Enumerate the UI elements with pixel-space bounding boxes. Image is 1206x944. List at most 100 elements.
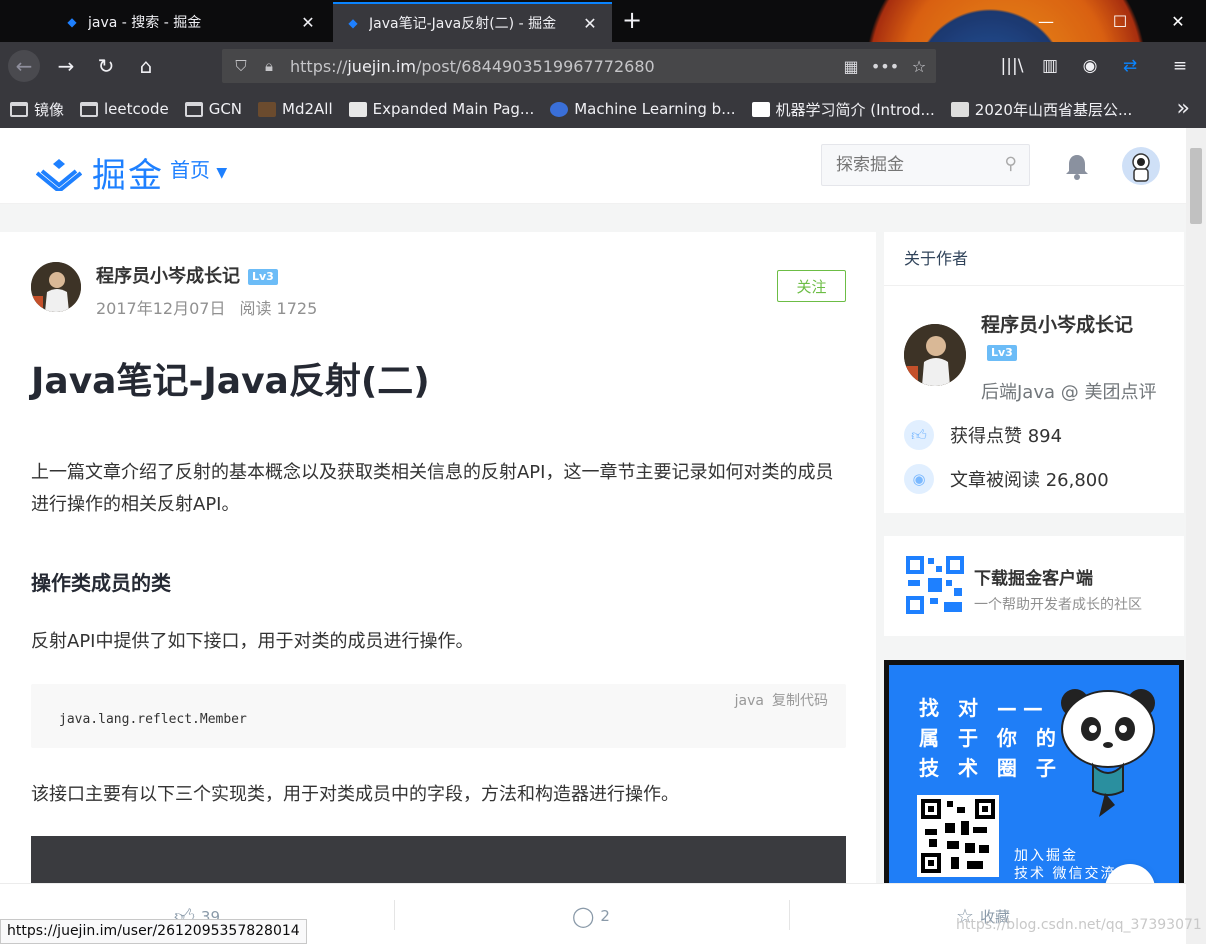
google-dev-favicon-icon	[751, 101, 770, 117]
bookmark-star-icon[interactable]: ☆	[902, 57, 936, 76]
url-bar[interactable]: ⛉ 🔒︎ https://juejin.im/post/684490351996…	[222, 49, 936, 83]
user-avatar[interactable]	[1122, 147, 1160, 185]
juejin-logo[interactable]: 掘金	[36, 148, 164, 197]
reload-button[interactable]: ↻	[90, 50, 122, 82]
ad-join-line: 技术 微信交流	[1014, 866, 1117, 882]
web-page: 掘金 首页 ▼ ⚲	[0, 128, 1186, 944]
article-title: Java笔记-Java反射(二)	[31, 361, 430, 402]
caret-down-icon: ▼	[216, 165, 228, 181]
scrollbar-thumb[interactable]	[1190, 148, 1202, 224]
tab-java-note[interactable]: ◆ Java笔记-Java反射(二) - 掘金 ✕	[333, 2, 612, 42]
site-header: 掘金 首页 ▼ ⚲	[0, 128, 1186, 204]
search-input[interactable]	[836, 155, 986, 175]
url-scheme: https://	[290, 56, 348, 76]
tracking-shield-icon[interactable]: ⛉	[226, 57, 256, 75]
url-domain: juejin.im	[347, 56, 416, 76]
juejin-favicon-icon: ◆	[67, 15, 77, 29]
wechat-group-ad[interactable]: 找 对 —— 属 于 你 的 技 术 圈 子 加入掘金 技术 微信交流	[884, 660, 1184, 890]
thumbs-up-icon: 👍︎	[904, 420, 934, 450]
more-bookmarks-chevron-icon[interactable]: »	[1177, 90, 1190, 128]
bookmark-item[interactable]: Md2All	[258, 100, 333, 118]
comment-count: 2	[600, 907, 610, 925]
eye-icon: ◉	[904, 464, 934, 494]
level-badge: Lv3	[248, 269, 278, 285]
close-tab-icon[interactable]: ✕	[580, 14, 600, 33]
forward-button[interactable]: →	[50, 50, 82, 82]
sync-icon[interactable]: ⇄	[1116, 52, 1144, 80]
folder-icon	[10, 101, 28, 117]
bookmark-label: GCN	[208, 100, 243, 118]
article-card: 程序员小岑成长记 Lv3 2017年12月07日 阅读 1725 关注 Java笔记…	[0, 232, 876, 944]
tab-title: Java笔记-Java反射(二) - 掘金	[369, 16, 557, 32]
notification-bell-icon[interactable]	[1064, 152, 1090, 180]
bookmark-item[interactable]: 2020年山西省基层公...	[950, 99, 1132, 120]
nav-home-label: 首页	[170, 158, 210, 182]
bookmarks-toolbar: 镜像 leetcode GCN Md2All Expanded Main Pag…	[0, 90, 1206, 128]
menu-icon[interactable]: ≡	[1166, 52, 1194, 80]
nav-home-dropdown[interactable]: 首页 ▼	[170, 154, 227, 183]
bookmark-label: Md2All	[282, 100, 333, 118]
search-box[interactable]: ⚲	[821, 144, 1030, 186]
lock-icon[interactable]: 🔒︎	[256, 57, 282, 75]
qr-code-icon[interactable]: ▦	[834, 57, 868, 76]
maximize-button[interactable]: ☐	[1100, 6, 1140, 36]
reads-stat: ◉ 文章被阅读 26,800	[904, 464, 1109, 494]
bookmark-item[interactable]: 机器学习简介 (Introd...	[751, 99, 935, 120]
new-tab-button[interactable]: +	[622, 8, 642, 32]
close-tab-icon[interactable]: ✕	[298, 13, 318, 32]
minimize-button[interactable]: —	[1026, 6, 1066, 36]
tab-java-search[interactable]: ◆ java - 搜索 - 掘金 ✕	[52, 2, 330, 42]
page-scrollbar[interactable]	[1186, 128, 1206, 944]
publish-date: 2017年12月07日	[96, 299, 226, 318]
search-icon[interactable]: ⚲	[1005, 154, 1017, 174]
sidebar-icon[interactable]: ▥	[1036, 52, 1064, 80]
ad-slogan: 找 对 —— 属 于 你 的 技 术 圈 子	[919, 693, 1062, 783]
md2all-favicon-icon	[258, 101, 277, 117]
ad-line: 属 于 你 的	[919, 726, 1062, 750]
bookmark-item[interactable]: leetcode	[80, 100, 169, 118]
code-language: java	[734, 693, 764, 709]
juejin-logo-icon	[36, 158, 82, 191]
author-job-title: 后端Java @ 美团点评	[981, 382, 1157, 403]
bookmark-item[interactable]: 镜像	[10, 99, 64, 120]
ad-line: 技 术 圈 子	[919, 756, 1062, 780]
comment-action[interactable]: ◯ 2	[572, 904, 610, 928]
home-button[interactable]: ⌂	[130, 50, 162, 82]
bookmark-item[interactable]: GCN	[184, 100, 243, 118]
url-text[interactable]: https://juejin.im/post/68449035199677726…	[290, 57, 834, 76]
back-button[interactable]: ←	[8, 50, 40, 82]
author-photo-icon	[31, 262, 81, 312]
divider	[394, 900, 395, 930]
ml-favicon-icon	[550, 101, 569, 117]
logo-text: 掘金	[92, 156, 164, 196]
level-badge: Lv3	[987, 344, 1017, 361]
about-author-header: 关于作者	[884, 232, 1184, 286]
article-intro-paragraph: 上一篇文章介绍了反射的基本概念以及获取类相关信息的反射API，这一章节主要记录如…	[31, 462, 834, 515]
tab-title: java - 搜索 - 掘金	[88, 15, 202, 31]
juejin-favicon-icon: ◆	[348, 16, 358, 30]
download-subtitle: 一个帮助开发者成长的社区	[974, 597, 1142, 613]
folder-icon	[184, 101, 203, 117]
code-block: java 复制代码 java.lang.reflect.Member	[31, 684, 846, 748]
library-icon[interactable]: |||\	[998, 52, 1026, 80]
author-name[interactable]: 程序员小岑成长记 Lv3	[96, 262, 278, 288]
bookmark-item[interactable]: Expanded Main Pag...	[348, 100, 534, 118]
page-actions-icon[interactable]: •••	[868, 57, 902, 76]
download-app-card[interactable]: 下载掘金客户端 一个帮助开发者成长的社区	[884, 536, 1184, 636]
close-window-button[interactable]: ✕	[1158, 6, 1198, 36]
bookmark-item[interactable]: Machine Learning b...	[550, 100, 736, 118]
sidebar-author-avatar[interactable]	[904, 324, 966, 386]
copy-code-button[interactable]: 复制代码	[772, 693, 828, 709]
ad-qr-code	[917, 795, 999, 877]
follow-button[interactable]: 关注	[777, 270, 846, 302]
author-avatar[interactable]	[31, 262, 81, 312]
browser-window: ◆ java - 搜索 - 掘金 ✕ ◆ Java笔记-Java反射(二) - …	[0, 0, 1206, 944]
account-icon[interactable]: ◉	[1076, 52, 1104, 80]
sidebar-author-name[interactable]: 程序员小岑成长记	[981, 310, 1133, 337]
csdn-watermark: https://blog.csdn.net/qq_37393071	[956, 917, 1202, 933]
folder-icon	[80, 101, 99, 117]
page-favicon-icon	[950, 101, 969, 117]
divider	[789, 900, 790, 930]
tab-strip: ◆ java - 搜索 - 掘金 ✕ ◆ Java笔记-Java反射(二) - …	[0, 0, 1206, 42]
likes-stat: 👍︎ 获得点赞 894	[904, 420, 1062, 450]
